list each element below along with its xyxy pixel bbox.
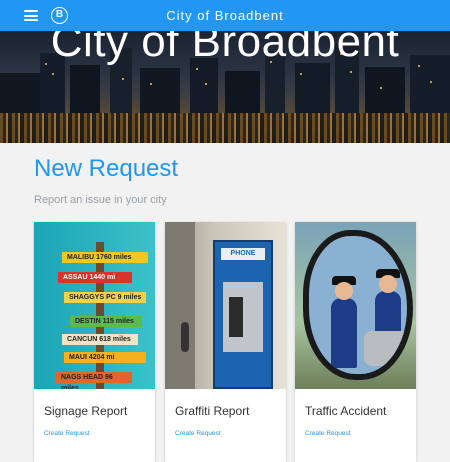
card-title: Traffic Accident [305, 404, 387, 418]
card-title: Graffiti Report [175, 404, 250, 418]
signage-image: MALIBU 1760 miles ASSAU 1440 mi SHAGGYS … [34, 222, 155, 389]
app-bar: B City of Broadbent [0, 0, 450, 31]
create-request-link[interactable]: Create Request [175, 430, 221, 437]
card-title: Signage Report [44, 404, 128, 418]
create-request-link[interactable]: Create Request [44, 430, 90, 437]
phone-booth-image: PHONE [165, 222, 286, 389]
page-title: New Request [34, 155, 179, 182]
waterfront-reflection [0, 113, 450, 143]
traffic-accident-image [295, 222, 416, 389]
page-subtitle: Report an issue in your city [34, 194, 167, 206]
phone-booth-label: PHONE [221, 248, 265, 260]
hero-title: City of Broadbent [50, 31, 400, 66]
request-card-traffic-accident[interactable]: Traffic Accident Create Request [295, 222, 416, 462]
request-card-graffiti[interactable]: PHONE Graffiti Report Create Request [165, 222, 286, 462]
request-card-signage[interactable]: MALIBU 1760 miles ASSAU 1440 mi SHAGGYS … [34, 222, 155, 462]
app-title: City of Broadbent [166, 8, 284, 23]
create-request-link[interactable]: Create Request [305, 430, 351, 437]
hero-banner: City of Broadbent [0, 31, 450, 143]
